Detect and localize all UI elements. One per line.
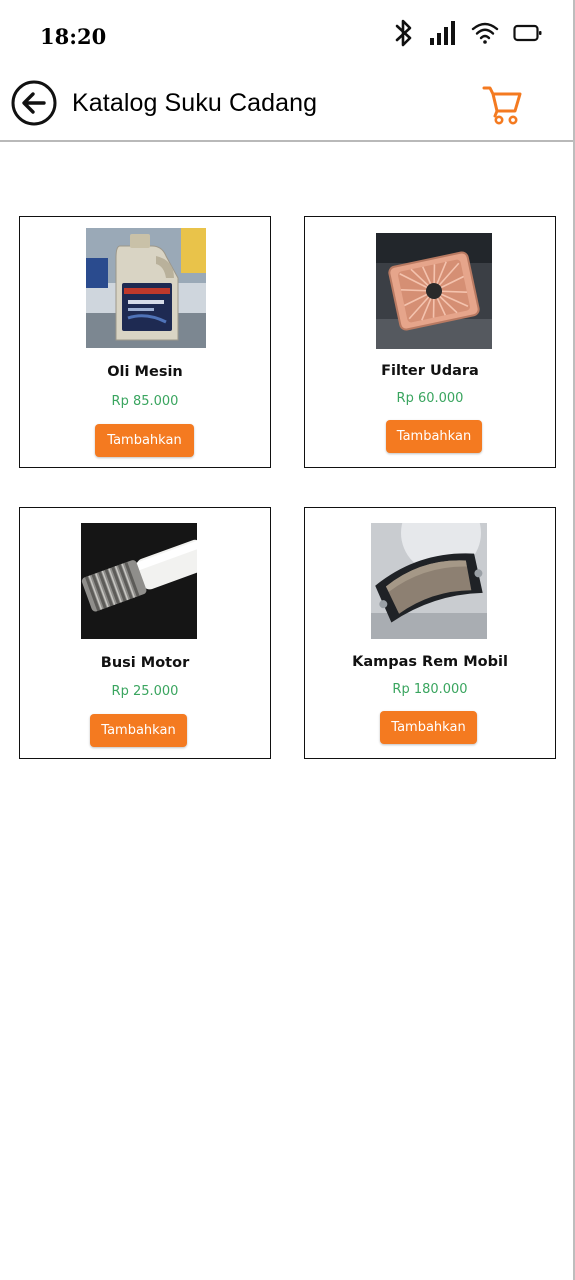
status-bar: 18:20 xyxy=(0,0,573,70)
add-to-cart-button[interactable]: Tambahkan xyxy=(386,420,482,453)
wifi-icon xyxy=(471,21,499,50)
signal-icon xyxy=(429,20,457,51)
product-card: Kampas Rem Mobil Rp 180.000 Tambahkan xyxy=(304,507,556,759)
product-price: Rp 60.000 xyxy=(396,391,464,406)
product-card: Filter Udara Rp 60.000 Tambahkan xyxy=(304,216,556,468)
status-time: 18:20 xyxy=(40,24,107,49)
cart-button[interactable] xyxy=(481,82,525,126)
arrow-left-circle-icon xyxy=(11,80,57,126)
product-card: Busi Motor Rp 25.000 Tambahkan xyxy=(19,507,271,759)
add-to-cart-button[interactable]: Tambahkan xyxy=(90,714,187,747)
product-price: Rp 25.000 xyxy=(111,684,179,699)
product-name: Filter Udara xyxy=(381,363,479,379)
add-to-cart-button[interactable]: Tambahkan xyxy=(95,424,194,457)
product-name: Kampas Rem Mobil xyxy=(352,654,508,670)
app-screen: 18:20 Katalog Suku Cadang Oli Mesin Rp 8… xyxy=(0,0,575,1280)
product-name: Busi Motor xyxy=(100,655,190,671)
brake-pad-image xyxy=(371,523,487,639)
status-icons xyxy=(393,18,543,52)
app-bar: Katalog Suku Cadang xyxy=(0,70,573,142)
battery-icon xyxy=(513,23,543,48)
engine-oil-bottle-image xyxy=(86,228,206,348)
product-price: Rp 180.000 xyxy=(392,682,468,697)
product-name: Oli Mesin xyxy=(107,364,183,380)
product-price: Rp 85.000 xyxy=(111,394,179,409)
product-card: Oli Mesin Rp 85.000 Tambahkan xyxy=(19,216,271,468)
spark-plug-image xyxy=(81,523,197,639)
add-to-cart-button[interactable]: Tambahkan xyxy=(380,711,477,744)
bluetooth-icon xyxy=(393,18,415,53)
back-button[interactable] xyxy=(10,79,58,127)
shopping-cart-icon xyxy=(482,86,522,125)
page-title: Katalog Suku Cadang xyxy=(72,89,318,117)
air-filter-image xyxy=(376,233,492,349)
